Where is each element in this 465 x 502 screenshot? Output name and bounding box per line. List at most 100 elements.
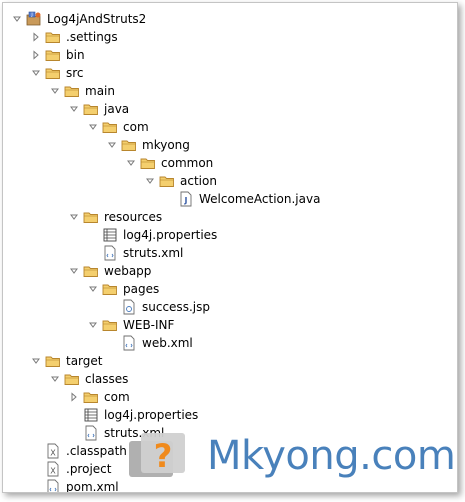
tree-row[interactable]: target [30,352,103,370]
expanded-arrow-icon[interactable] [87,121,99,133]
tree-item-label: resources [104,210,163,224]
expanded-arrow-icon[interactable] [49,373,61,385]
mkyong-logo-icon: ? [129,433,185,477]
expanded-arrow-icon[interactable] [106,139,118,151]
folder-icon [64,83,80,99]
project-icon: J [26,11,42,27]
tree-row[interactable]: web.xml [106,334,193,352]
expanded-arrow-icon[interactable] [125,157,137,169]
toggle-spacer [68,409,80,421]
folder-icon [45,47,61,63]
folder-icon [45,65,61,81]
tree-item-label: mkyong [142,138,190,152]
tree-row[interactable]: X .project [30,460,111,478]
folder-icon [83,101,99,117]
tree-item-label: bin [66,48,85,62]
xml-file-icon [121,335,137,351]
folder-icon [83,263,99,279]
expanded-arrow-icon[interactable] [68,265,80,277]
folder-icon [102,119,118,135]
tree-item-label: .project [66,462,112,476]
tree-row[interactable]: main [49,82,115,100]
watermark: ? Mkyong.com [127,429,456,487]
tree-row[interactable]: J Log4jAndStruts2 [11,10,146,28]
jsp-file-icon [121,299,137,315]
tree-row[interactable]: src [30,64,84,82]
folder-icon [140,155,156,171]
tree-item-label: WEB-INF [123,318,175,332]
tree-item-label: .classpath [66,444,127,458]
tree-item-label: pom.xml [66,480,119,493]
tree-item-label: .settings [66,30,118,44]
tree-row[interactable]: bin [30,46,85,64]
tree-row[interactable]: pages [87,280,159,298]
svg-text:X: X [50,449,56,458]
tree-row[interactable]: action [144,172,217,190]
svg-text:X: X [50,467,56,476]
expanded-arrow-icon[interactable] [49,85,61,97]
tree-row[interactable]: java [68,100,129,118]
tree-item-label: webapp [104,264,152,278]
tree-item-label: com [104,390,130,404]
tree-item-label: java [104,102,130,116]
tree-row[interactable]: struts.xml [87,244,183,262]
tree-row[interactable]: com [68,388,130,406]
tree-item-label: main [85,84,115,98]
tree-row[interactable]: log4j.properties [68,406,198,424]
expanded-arrow-icon[interactable] [11,13,23,25]
tree-item-label: classes [85,372,129,386]
tree-item-label: log4j.properties [104,408,199,422]
tree-row[interactable]: classes [49,370,128,388]
tree-row[interactable]: mkyong [106,136,190,154]
expanded-arrow-icon[interactable] [30,355,42,367]
xml-file-icon [102,245,118,261]
collapsed-arrow-icon[interactable] [68,391,80,403]
properties-file-icon [102,227,118,243]
tree-row[interactable]: pom.xml [30,478,119,493]
toggle-spacer [30,445,42,457]
java-file-icon: J [178,191,194,207]
folder-icon [45,29,61,45]
expanded-arrow-icon[interactable] [87,283,99,295]
tree-row[interactable]: log4j.properties [87,226,217,244]
tree-item-label: target [66,354,103,368]
collapsed-arrow-icon[interactable] [30,31,42,43]
toggle-spacer [30,463,42,475]
toggle-spacer [106,301,118,313]
tree-row[interactable]: common [125,154,213,172]
logo-glyph: ? [154,437,173,475]
folder-icon [83,209,99,225]
folder-icon [45,353,61,369]
tree-item-label: com [123,120,149,134]
toggle-spacer [163,193,175,205]
tree-item-label: log4j.properties [123,228,218,242]
tree-row[interactable]: resources [68,208,162,226]
tree-item-label: common [161,156,214,170]
expanded-arrow-icon[interactable] [87,319,99,331]
tree-row[interactable]: X .classpath [30,442,127,460]
tree-row[interactable]: .settings [30,28,118,46]
toggle-spacer [68,427,80,439]
toggle-spacer [87,247,99,259]
folder-icon [159,173,175,189]
toggle-spacer [87,229,99,241]
tree-row[interactable]: com [87,118,149,136]
tree-item-label: success.jsp [142,300,210,314]
tree-item-label: Log4jAndStruts2 [47,12,147,26]
folder-icon [102,317,118,333]
expanded-arrow-icon[interactable] [68,211,80,223]
expanded-arrow-icon[interactable] [144,175,156,187]
expanded-arrow-icon[interactable] [68,103,80,115]
toggle-spacer [106,337,118,349]
tree-item-label: web.xml [142,336,193,350]
tree-row[interactable]: WEB-INF [87,316,174,334]
expanded-arrow-icon[interactable] [30,67,42,79]
tree-row[interactable]: webapp [68,262,151,280]
svg-text:J: J [184,196,188,205]
project-explorer-panel: J Log4jAndStruts2 .settings bin src main java c… [2,2,458,493]
tree-item-label: struts.xml [123,246,184,260]
collapsed-arrow-icon[interactable] [30,49,42,61]
folder-icon [102,281,118,297]
tree-row[interactable]: success.jsp [106,298,210,316]
tree-row[interactable]: J WelcomeAction.java [163,190,320,208]
